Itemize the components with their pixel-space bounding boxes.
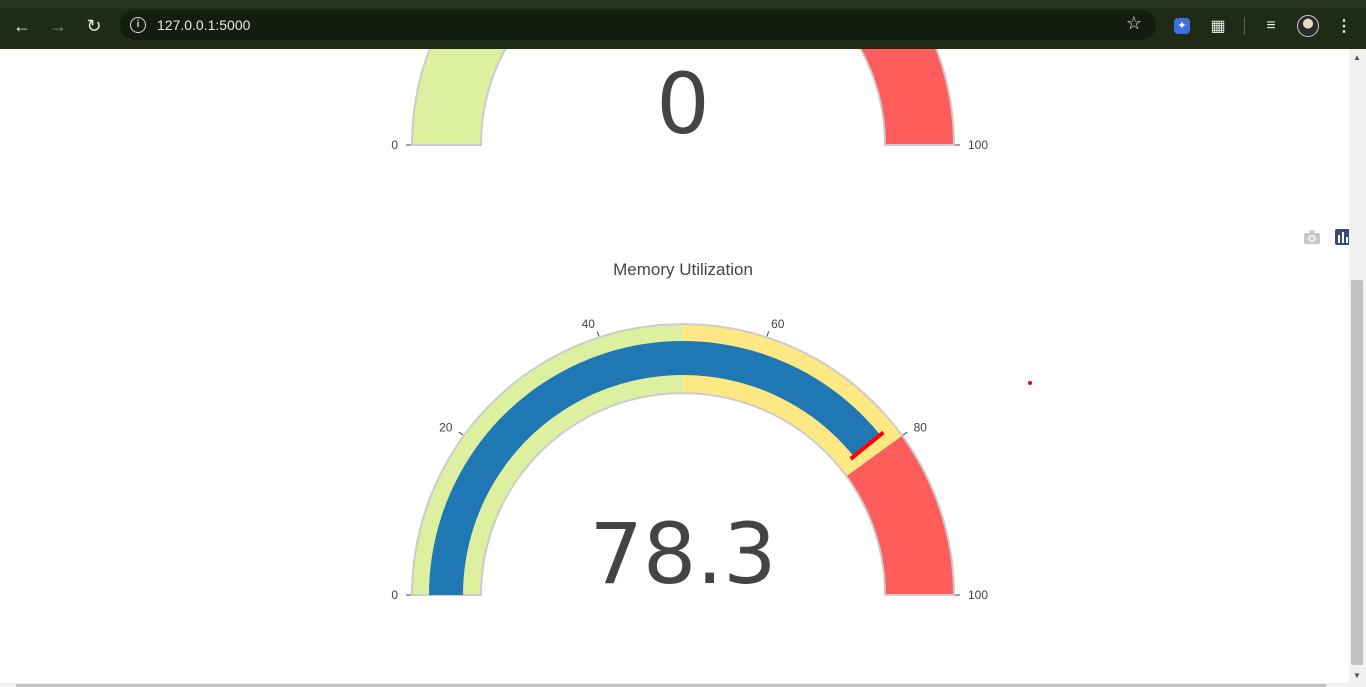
url-text[interactable]: 127.0.0.1:5000 [157,17,250,33]
media-icon[interactable]: ≡ [1259,14,1283,38]
camera-icon[interactable] [1303,228,1321,246]
info-icon[interactable]: i [130,17,146,33]
scroll-up-icon[interactable]: ▲ [1352,54,1362,62]
gauge-tick [458,431,464,436]
address-bar[interactable]: i 127.0.0.1:5000 ☆ [120,10,1156,40]
scrollbar-thumb[interactable] [1351,280,1363,665]
forward-icon[interactable]: → [44,15,72,37]
gauge-title: Memory Utilization [613,260,753,279]
gauge-tick-label: 40 [582,317,596,331]
gauge-step [412,49,506,145]
puzzle-icon[interactable]: ▦ [1206,14,1230,38]
gauge-tick [766,331,770,337]
star-icon[interactable]: ☆ [1126,13,1142,34]
gauge-tick-label: 60 [771,317,785,331]
reload-icon[interactable]: ↻ [80,15,108,37]
gauge-step [860,49,954,145]
gauge-tick-label: 0 [391,138,398,152]
gauge-tick [902,431,908,436]
gauge-tick [596,331,600,337]
gauge-tick-label: 0 [391,588,398,602]
cursor-dot [1028,381,1032,385]
browser-toolbar: ← → ↻ i 127.0.0.1:5000 ☆ ✦ ▦ ≡ ⋮ [0,0,1366,49]
extension-app-icon[interactable]: ✦ [1170,14,1194,38]
gauge-tick-label: 100 [968,138,988,152]
scroll-down-icon[interactable]: ▼ [1352,672,1362,680]
toolbar-divider [1244,17,1245,35]
gauge-dashboard: 0 100 0 0 20 40 60 80 100 78.3 Memory Utilization [391,49,988,603]
menu-icon[interactable]: ⋮ [1332,14,1356,38]
gauge-tick-label: 20 [439,420,453,434]
gauge-value: 0 [656,55,709,153]
gauge-tick-label: 100 [968,588,988,602]
gauge-value: 78.3 [589,505,776,603]
back-icon[interactable]: ← [8,15,36,37]
avatar[interactable] [1296,14,1320,38]
gauge-tick-label: 80 [914,420,928,434]
